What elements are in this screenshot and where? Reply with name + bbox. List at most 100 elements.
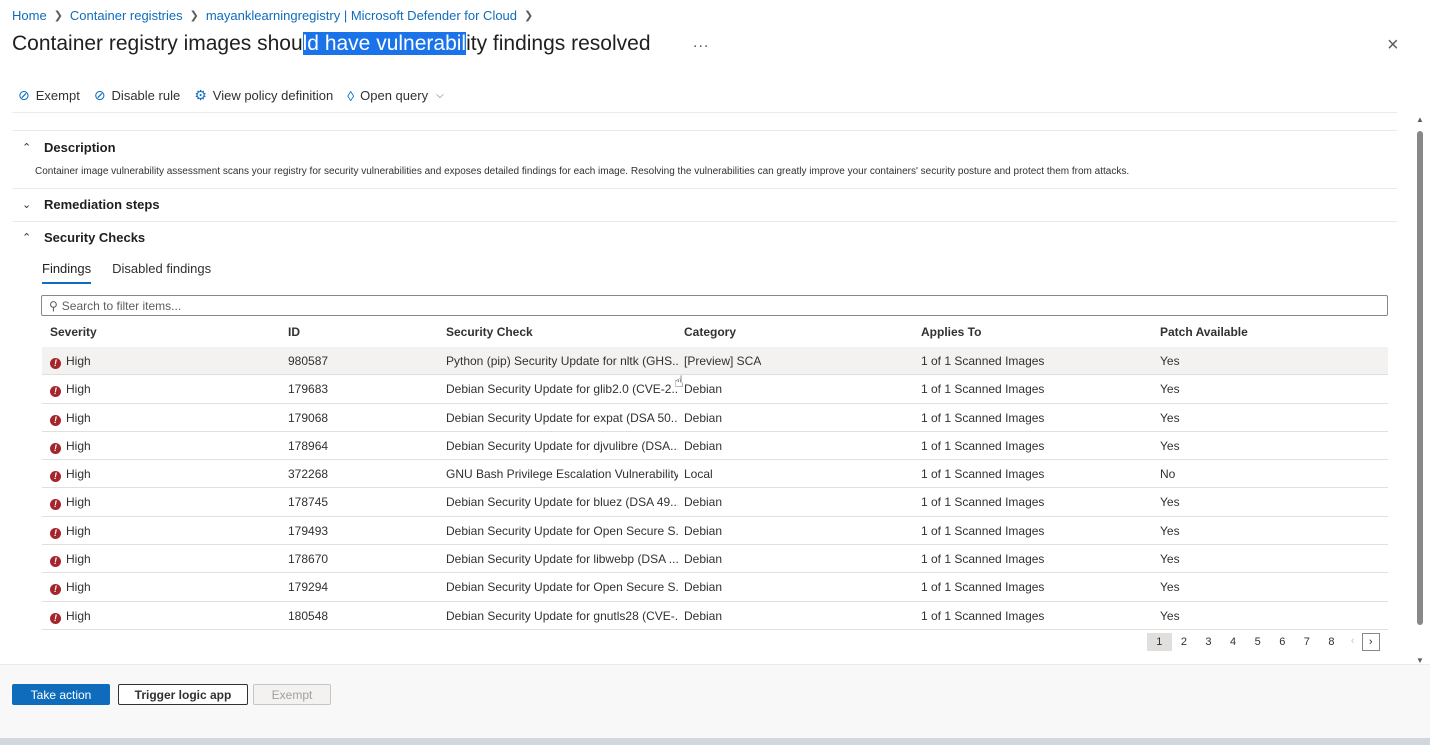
take-action-button[interactable]: Take action bbox=[12, 684, 110, 705]
view-policy-definition-button[interactable]: ⚙ View policy definition bbox=[194, 87, 333, 104]
id-cell: 372268 bbox=[288, 467, 329, 482]
category-cell: Local bbox=[684, 467, 713, 482]
table-row[interactable]: ! High 179068 Debian Security Update for ex… bbox=[42, 404, 1388, 432]
category-cell: Debian bbox=[684, 552, 723, 567]
security-check-cell: Debian Security Update for glib2.0 (CVE-… bbox=[446, 382, 678, 397]
security-check-cell: Debian Security Update for Open Secure S… bbox=[446, 580, 678, 595]
next-page-icon[interactable]: › bbox=[1361, 633, 1380, 651]
remediation-section-header[interactable]: ⌄ Remediation steps bbox=[22, 197, 160, 212]
page-1-button[interactable]: 1 bbox=[1147, 633, 1172, 651]
patch-available-cell: Yes bbox=[1160, 410, 1180, 425]
severity-cell: ! High bbox=[50, 354, 91, 369]
page-7-button[interactable]: 7 bbox=[1295, 633, 1320, 651]
breadcrumb-home[interactable]: Home bbox=[12, 8, 47, 23]
severity-cell: ! High bbox=[50, 609, 91, 624]
table-row[interactable]: ! High 180548 Debian Security Update for gn… bbox=[42, 602, 1388, 630]
description-title: Description bbox=[44, 140, 116, 155]
table-row[interactable]: ! High 179294 Debian Security Update for Op… bbox=[42, 573, 1388, 602]
page-2-button[interactable]: 2 bbox=[1172, 633, 1197, 651]
more-options-icon[interactable]: ... bbox=[693, 34, 709, 52]
search-input-container[interactable]: ⚲ Search to filter items... bbox=[41, 295, 1388, 316]
remediation-title: Remediation steps bbox=[44, 197, 160, 212]
error-icon: ! bbox=[50, 442, 61, 454]
security-check-cell: Debian Security Update for bluez (DSA 49… bbox=[446, 495, 678, 510]
trigger-logic-app-button[interactable]: Trigger logic app bbox=[118, 684, 248, 705]
page-3-button[interactable]: 3 bbox=[1196, 633, 1221, 651]
chevron-right-icon: ❯ bbox=[524, 10, 534, 22]
exempt-icon: ⊘ bbox=[18, 87, 30, 103]
applies-to-cell: 1 of 1 Scanned Images bbox=[921, 523, 1045, 538]
category-cell: Debian bbox=[684, 438, 723, 453]
id-cell: 178670 bbox=[288, 552, 329, 567]
id-cell: 180548 bbox=[288, 608, 329, 623]
id-cell: 178964 bbox=[288, 438, 329, 453]
breadcrumb-container-registries[interactable]: Container registries bbox=[70, 8, 183, 23]
divider bbox=[12, 130, 1397, 131]
table-row[interactable]: ! High 372268 GNU Bash Privilege Escalation… bbox=[42, 460, 1388, 489]
mouse-cursor-icon: ☝ bbox=[674, 374, 684, 391]
column-header-applies-to[interactable]: Applies To bbox=[921, 325, 981, 339]
page-5-button[interactable]: 5 bbox=[1245, 633, 1270, 651]
category-cell: Debian bbox=[684, 382, 723, 397]
exempt-footer-button[interactable]: Exempt bbox=[253, 684, 331, 705]
table-row[interactable]: ! High 980587 Python (pip) Security Update … bbox=[42, 347, 1388, 376]
tab-findings[interactable]: Findings bbox=[42, 261, 92, 284]
close-icon[interactable]: × bbox=[1387, 34, 1399, 57]
table-row[interactable]: ! High 178670 Debian Security Update for li… bbox=[42, 545, 1388, 574]
page-6-button[interactable]: 6 bbox=[1270, 633, 1295, 651]
search-icon: ⚲ bbox=[49, 298, 58, 313]
chevron-right-icon: ❯ bbox=[53, 10, 63, 22]
category-cell: Debian bbox=[684, 608, 723, 623]
gear-icon: ⚙ bbox=[194, 87, 207, 103]
severity-cell: ! High bbox=[50, 467, 91, 483]
security-check-cell: Debian Security Update for djvulibre (DS… bbox=[446, 438, 678, 453]
table-row[interactable]: ! High 179683 Debian Security Update for gl… bbox=[42, 375, 1388, 404]
severity-value: High bbox=[66, 354, 91, 368]
scroll-up-icon[interactable]: ▲ bbox=[1416, 115, 1424, 124]
chevron-up-icon: ⌃ bbox=[22, 232, 32, 244]
exempt-button[interactable]: ⊘ Exempt bbox=[18, 87, 80, 104]
patch-available-cell: Yes bbox=[1160, 580, 1180, 595]
pagination: 1 2 3 4 5 6 7 8 ‹ › bbox=[1147, 633, 1380, 651]
patch-available-cell: No bbox=[1160, 467, 1176, 482]
chevron-up-icon: ⌃ bbox=[22, 142, 32, 154]
patch-available-cell: Yes bbox=[1160, 608, 1180, 623]
open-query-button[interactable]: ◊ Open query ⌵ bbox=[347, 88, 443, 104]
page-8-button[interactable]: 8 bbox=[1319, 633, 1344, 651]
column-header-severity[interactable]: Severity bbox=[50, 325, 97, 339]
applies-to-cell: 1 of 1 Scanned Images bbox=[921, 438, 1045, 453]
table-row[interactable]: ! High 179493 Debian Security Update for Op… bbox=[42, 517, 1388, 546]
table-row[interactable]: ! High 178964 Debian Security Update for dj… bbox=[42, 432, 1388, 461]
severity-cell: ! High bbox=[50, 439, 91, 454]
severity-value: High bbox=[66, 580, 91, 595]
applies-to-cell: 1 of 1 Scanned Images bbox=[921, 354, 1045, 368]
column-header-security-check[interactable]: Security Check bbox=[446, 325, 678, 339]
findings-tabs: Findings Disabled findings bbox=[42, 261, 232, 284]
column-header-category[interactable]: Category bbox=[684, 325, 736, 339]
divider bbox=[12, 112, 1397, 113]
category-cell: Debian bbox=[684, 410, 723, 425]
previous-page-icon[interactable]: ‹ bbox=[1344, 633, 1362, 651]
description-section-header[interactable]: ⌃ Description bbox=[22, 140, 116, 155]
column-header-id[interactable]: ID bbox=[288, 325, 300, 339]
breadcrumb: Home ❯ Container registries ❯ mayanklear… bbox=[12, 8, 540, 23]
severity-cell: ! High bbox=[50, 382, 91, 398]
chevron-right-icon: ❯ bbox=[189, 10, 199, 22]
table-row[interactable]: ! High 178745 Debian Security Update for bl… bbox=[42, 488, 1388, 517]
security-checks-section-header[interactable]: ⌃ Security Checks bbox=[22, 230, 145, 245]
exempt-label: Exempt bbox=[35, 88, 80, 103]
view-policy-label: View policy definition bbox=[212, 88, 334, 103]
disable-rule-button[interactable]: ⊘ Disable rule bbox=[94, 87, 180, 104]
scrollbar-thumb[interactable] bbox=[1417, 131, 1423, 625]
security-check-cell: Debian Security Update for expat (DSA 50… bbox=[446, 410, 678, 425]
breadcrumb-registry[interactable]: mayanklearningregistry | Microsoft Defen… bbox=[206, 8, 517, 23]
applies-to-cell: 1 of 1 Scanned Images bbox=[921, 495, 1045, 510]
error-icon: ! bbox=[50, 556, 61, 568]
error-icon: ! bbox=[50, 386, 61, 398]
column-header-patch-available[interactable]: Patch Available bbox=[1160, 325, 1248, 339]
tab-disabled-findings[interactable]: Disabled findings bbox=[112, 261, 211, 284]
search-input[interactable]: Search to filter items... bbox=[62, 299, 181, 313]
vertical-scrollbar[interactable]: ▲ ▼ bbox=[1414, 115, 1426, 665]
findings-table-body: ! High 980587 Python (pip) Security Update … bbox=[42, 347, 1388, 630]
page-4-button[interactable]: 4 bbox=[1221, 633, 1246, 651]
